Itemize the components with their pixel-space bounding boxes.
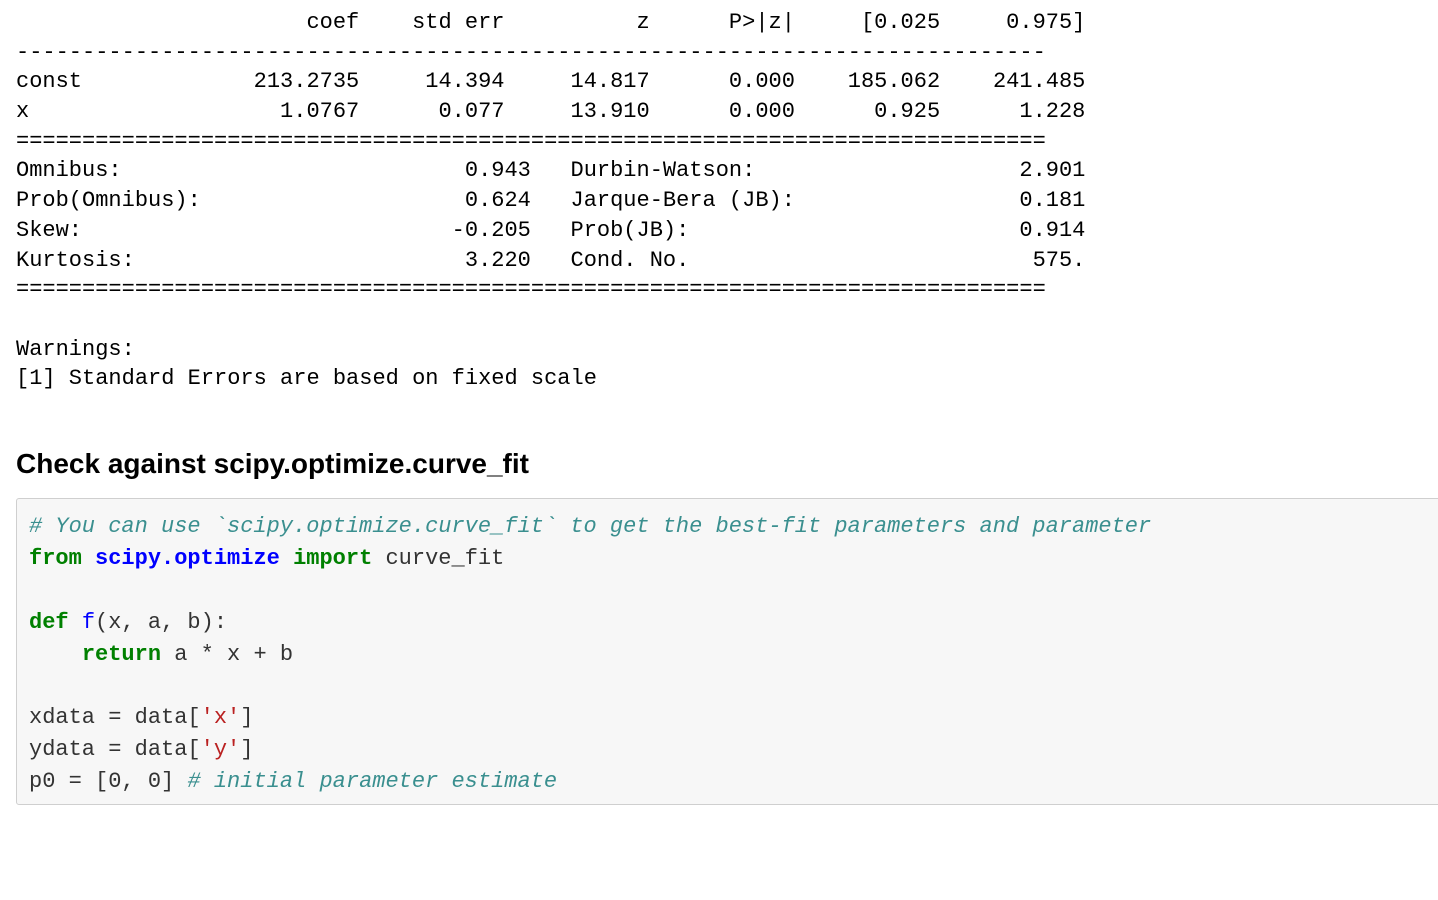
function-signature: (x, a, b): xyxy=(95,610,227,635)
code-block: # You can use `scipy.optimize.curve_fit`… xyxy=(29,511,1438,798)
code-comment: # You can use `scipy.optimize.curve_fit`… xyxy=(29,514,1151,539)
string-literal: 'x' xyxy=(201,705,241,730)
function-name: f xyxy=(82,610,95,635)
imported-name: curve_fit xyxy=(385,546,504,571)
code-comment: # initial parameter estimate xyxy=(187,769,557,794)
keyword-import: import xyxy=(293,546,372,571)
keyword-return: return xyxy=(82,642,161,667)
regression-output-block: coef std err z P>|z| [0.025 0.975] -----… xyxy=(16,8,1438,394)
section-heading: Check against scipy.optimize.curve_fit xyxy=(16,448,1438,480)
code-text: ] xyxy=(240,737,253,762)
code-text: ] xyxy=(240,705,253,730)
string-literal: 'y' xyxy=(201,737,241,762)
code-cell[interactable]: # You can use `scipy.optimize.curve_fit`… xyxy=(16,498,1438,805)
code-text: ydata = data[ xyxy=(29,737,201,762)
return-expr: a * x + b xyxy=(161,642,293,667)
code-text: xdata = data[ xyxy=(29,705,201,730)
code-text: p0 = [0, 0] xyxy=(29,769,187,794)
keyword-def: def xyxy=(29,610,69,635)
keyword-from: from xyxy=(29,546,82,571)
module-name: scipy.optimize xyxy=(95,546,280,571)
